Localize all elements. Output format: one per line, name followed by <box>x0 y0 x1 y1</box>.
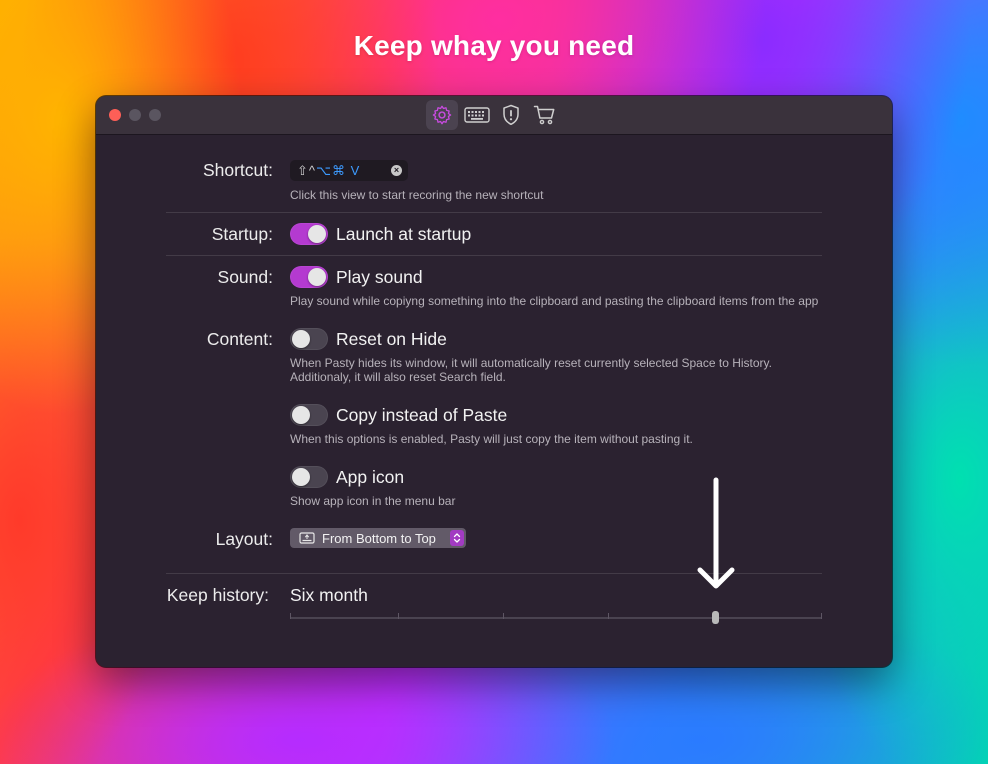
toggle-knob <box>292 468 310 486</box>
reset-on-hide-desc-2: Additionaly, it will also reset Search f… <box>290 370 506 384</box>
toggle-knob <box>308 268 326 286</box>
divider <box>166 255 822 256</box>
close-window-button[interactable] <box>109 109 121 121</box>
layout-select[interactable]: From Bottom to Top <box>290 528 466 548</box>
tab-general[interactable] <box>426 100 458 130</box>
keep-history-slider-thumb[interactable] <box>712 611 720 624</box>
toggle-knob <box>308 225 326 243</box>
shortcut-recorder[interactable]: ⇧^⌥⌘ V × <box>290 160 408 181</box>
shortcut-keys-highlight: ⌥⌘ V <box>316 162 361 178</box>
launch-at-startup-label: Launch at startup <box>336 224 472 244</box>
slider-tick <box>398 613 399 619</box>
zoom-window-button[interactable] <box>149 109 161 121</box>
reset-on-hide-toggle[interactable] <box>290 328 328 350</box>
copy-instead-of-paste-toggle[interactable] <box>290 404 328 426</box>
tab-privacy[interactable] <box>495 100 527 130</box>
reset-on-hide-desc: When Pasty hides its window, it will aut… <box>290 356 772 370</box>
shield-exclamation-icon <box>503 104 519 126</box>
app-icon-label: App icon <box>336 467 405 487</box>
gear-icon <box>432 105 452 125</box>
down-arrow-annotation <box>697 477 735 589</box>
minimize-window-button[interactable] <box>129 109 141 121</box>
slider-tick <box>290 613 291 619</box>
keep-history-slider[interactable] <box>290 617 822 619</box>
launch-at-startup-toggle[interactable] <box>290 223 328 245</box>
clear-shortcut-icon[interactable]: × <box>391 165 402 176</box>
toggle-knob <box>292 330 310 348</box>
keep-history-label: Keep history: <box>166 585 269 605</box>
title-bar <box>96 96 892 135</box>
headline: Keep whay you need <box>353 30 635 61</box>
shortcut-keys: ⇧^⌥⌘ V <box>297 163 360 179</box>
play-sound-toggle[interactable] <box>290 266 328 288</box>
app-icon-desc: Show app icon in the menu bar <box>290 494 456 508</box>
layout-icon <box>299 532 315 544</box>
startup-label: Startup: <box>211 224 273 244</box>
tab-purchase[interactable] <box>529 100 561 130</box>
divider <box>166 212 822 213</box>
app-icon-toggle[interactable] <box>290 466 328 488</box>
copy-instead-of-paste-desc: When this options is enabled, Pasty will… <box>290 432 693 446</box>
shortcut-modifiers: ⇧^ <box>297 162 316 178</box>
slider-tick <box>821 613 822 619</box>
reset-on-hide-label: Reset on Hide <box>336 329 447 349</box>
slider-tick <box>503 613 504 619</box>
preferences-window: Shortcut: ⇧^⌥⌘ V × Click this view to st… <box>96 96 892 667</box>
layout-selected-value: From Bottom to Top <box>322 530 436 546</box>
shortcut-label: Shortcut: <box>202 160 273 180</box>
keyboard-icon <box>464 107 490 123</box>
keep-history-value: Six month <box>290 585 368 605</box>
shortcut-hint: Click this view to start recoring the ne… <box>290 188 544 202</box>
chevron-up-down-icon <box>450 530 464 546</box>
copy-instead-of-paste-label: Copy instead of Paste <box>336 405 508 425</box>
play-sound-label: Play sound <box>336 267 423 287</box>
layout-label: Layout: <box>215 529 273 549</box>
content-label: Content: <box>206 329 273 349</box>
sound-label: Sound: <box>217 267 273 287</box>
play-sound-desc: Play sound while copiyng something into … <box>290 294 819 308</box>
slider-tick <box>608 613 609 619</box>
toggle-knob <box>292 406 310 424</box>
cart-icon <box>533 105 555 125</box>
tab-shortcuts[interactable] <box>461 100 493 130</box>
